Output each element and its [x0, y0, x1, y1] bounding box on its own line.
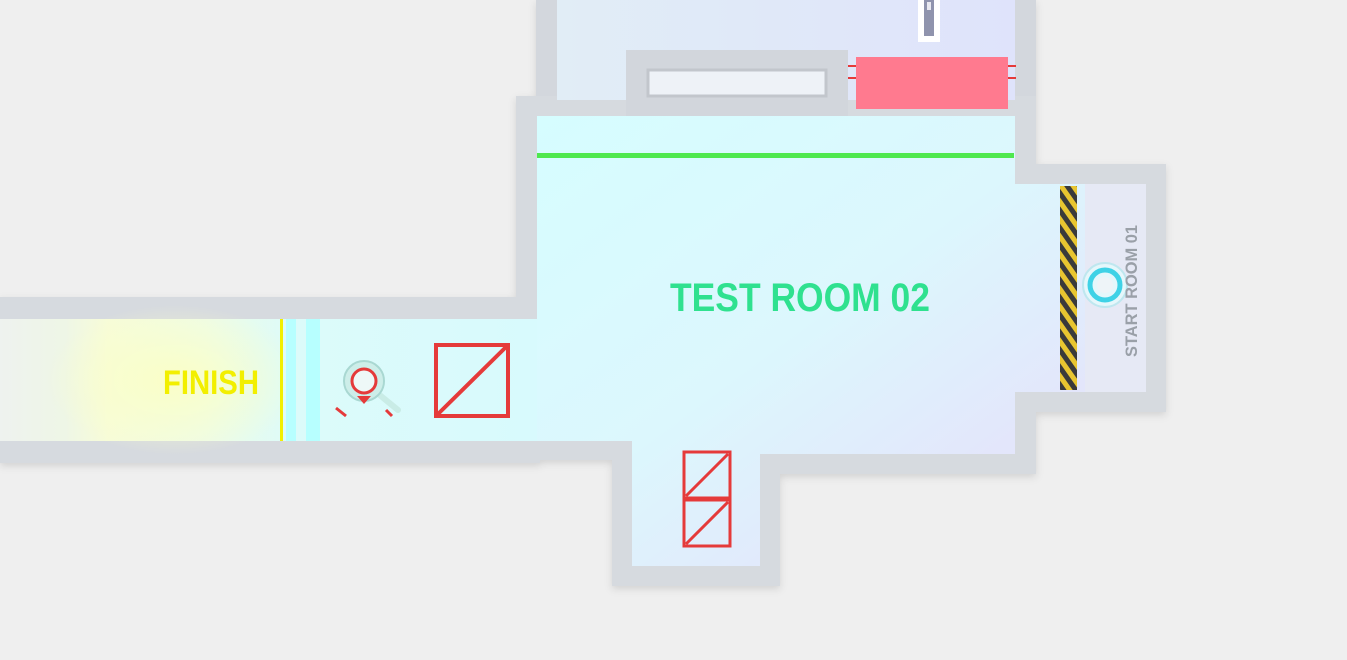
laser-barrier-icon	[537, 153, 1014, 158]
start-room-label: START ROOM 01	[1122, 225, 1141, 357]
exit-bar	[306, 319, 320, 441]
pink-block[interactable]	[856, 57, 1008, 109]
level-map: TEST ROOM 02 FINISH START ROOM 01	[0, 0, 1166, 586]
hazard-door	[1060, 186, 1077, 390]
finish-label: FINISH	[163, 364, 259, 402]
exit-bar	[286, 319, 296, 441]
game-viewport: TEST ROOM 02 FINISH START ROOM 01	[0, 0, 1347, 660]
finish-line	[280, 319, 283, 441]
room-title: TEST ROOM 02	[670, 276, 930, 320]
start-pad-icon[interactable]	[1082, 262, 1128, 308]
